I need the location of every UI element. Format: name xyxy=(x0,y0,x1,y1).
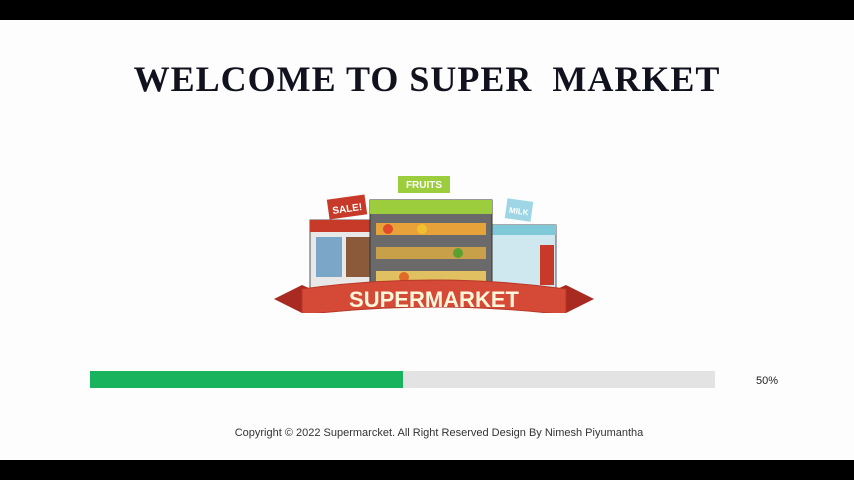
progress-fill xyxy=(90,371,403,388)
splash-window: WELCOME TO SUPER MARKET FRUITS SALE! MIL… xyxy=(0,20,854,460)
page-title: WELCOME TO SUPER MARKET xyxy=(133,59,721,99)
fruits-sign: FRUITS xyxy=(406,180,442,191)
supermarket-logo-icon: FRUITS SALE! MILK SUPERMARKET xyxy=(274,176,594,313)
progress-percent-label: 50% xyxy=(756,375,779,387)
banner-text: SUPERMARKET xyxy=(349,287,519,312)
footer-copyright: Copyright © 2022 Supermarcket. All Right… xyxy=(234,427,644,439)
loading-progress-bar xyxy=(90,371,715,388)
